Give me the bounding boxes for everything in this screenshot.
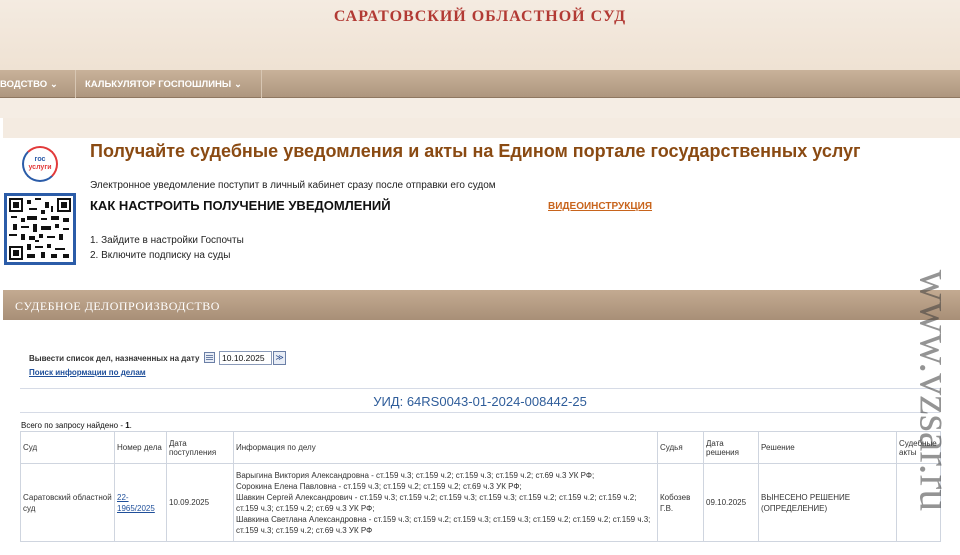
- banner-top-strip: [3, 118, 960, 138]
- logo-text-line1: гос: [34, 156, 46, 163]
- chevron-down-icon: ⌄: [234, 79, 242, 89]
- chevron-down-icon: ⌄: [50, 79, 58, 89]
- cell-case-number: 22-1965/2025: [114, 463, 167, 542]
- table-header-row: Суд Номер дела Дата поступления Информац…: [20, 431, 941, 464]
- case-number-link[interactable]: 22-1965/2025: [117, 493, 155, 513]
- nav-divider: [0, 98, 960, 118]
- date-input[interactable]: [219, 351, 272, 365]
- submit-date-button[interactable]: ≫: [273, 351, 286, 365]
- col-header-court: Суд: [20, 431, 115, 464]
- defendant-info: Сорокина Елена Павловна - ст.159 ч.3; ст…: [236, 481, 522, 491]
- col-header-decision: Решение: [758, 431, 897, 464]
- table-row: Саратовский областной суд 22-1965/2025 1…: [20, 463, 941, 542]
- col-header-info: Информация по делу: [233, 431, 658, 464]
- results-count-prefix: Всего по запросу найдено -: [21, 421, 126, 430]
- setup-steps: 1. Зайдите в настройки Госпочты 2. Включ…: [90, 233, 244, 263]
- qr-code-pattern: [9, 198, 71, 260]
- banner-description: Электронное уведомление поступит в личны…: [90, 180, 496, 191]
- nav-item-proceedings[interactable]: ВОДСТВО ⌄: [0, 70, 76, 98]
- case-uid: УИД: 64RS0043-01-2024-008442-25: [373, 394, 587, 409]
- defendant-info: Шавкина Светлана Александровна - ст.159 …: [236, 514, 651, 535]
- nav-item-label: КАЛЬКУЛЯТОР ГОСПОШЛИНЫ: [85, 79, 232, 90]
- howto-title: КАК НАСТРОИТЬ ПОЛУЧЕНИЕ УВЕДОМЛЕНИЙ: [90, 198, 391, 213]
- col-header-case-number: Номер дела: [114, 431, 167, 464]
- nav-item-fee-calculator[interactable]: КАЛЬКУЛЯТОР ГОСПОШЛИНЫ ⌄: [76, 70, 262, 98]
- nav-item-label: ВОДСТВО: [0, 79, 48, 90]
- watermark-text: www.vzsar.ru: [910, 269, 960, 512]
- cell-decision-date: 09.10.2025: [703, 463, 759, 542]
- site-header: САРАТОВСКИЙ ОБЛАСТНОЙ СУД: [0, 0, 960, 70]
- gosuslugi-logo: гос услуги: [22, 146, 58, 182]
- col-header-received: Дата поступления: [166, 431, 234, 464]
- cell-court: Саратовский областной суд: [20, 463, 115, 542]
- date-filter-label: Вывести список дел, назначенных на дату: [29, 354, 200, 363]
- uid-bar: УИД: 64RS0043-01-2024-008442-25: [20, 388, 940, 413]
- col-header-judge: Судья: [657, 431, 704, 464]
- watermark: www.vzsar.ru: [900, 215, 960, 555]
- setup-step: 1. Зайдите в настройки Госпочты: [90, 235, 244, 246]
- col-header-decision-date: Дата решения: [703, 431, 759, 464]
- banner-heading: Получайте судебные уведомления и акты на…: [90, 141, 861, 161]
- results-count: Всего по запросу найдено - 1.: [21, 421, 132, 430]
- cell-received: 10.09.2025: [166, 463, 234, 542]
- main-nav: ВОДСТВО ⌄ КАЛЬКУЛЯТОР ГОСПОШЛИНЫ ⌄: [0, 70, 960, 98]
- site-title: САРАТОВСКИЙ ОБЛАСТНОЙ СУД: [333, 8, 627, 25]
- section-title: СУДЕБНОЕ ДЕЛОПРОИЗВОДСТВО: [15, 299, 220, 313]
- case-search-link[interactable]: Поиск информации по делам: [29, 368, 146, 377]
- logo-text-line2: услуги: [28, 164, 52, 171]
- defendant-info: Шавкин Сергей Александрович - ст.159 ч.3…: [236, 492, 637, 513]
- defendant-info: Варыгина Виктория Александровна - ст.159…: [236, 470, 595, 480]
- cell-decision: ВЫНЕСЕНО РЕШЕНИЕ (ОПРЕДЕЛЕНИЕ): [758, 463, 897, 542]
- qr-code: [4, 193, 76, 265]
- cases-table: Суд Номер дела Дата поступления Информац…: [20, 431, 941, 542]
- results-count-suffix: .: [129, 421, 132, 430]
- cell-judge: Кобозев Г.В.: [657, 463, 704, 542]
- calendar-icon[interactable]: [204, 352, 215, 363]
- video-instruction-link[interactable]: ВИДЕОИНСТРУКЦИЯ: [548, 201, 652, 212]
- section-header: СУДЕБНОЕ ДЕЛОПРОИЗВОДСТВО: [3, 290, 960, 320]
- setup-step: 2. Включите подписку на суды: [90, 250, 231, 261]
- cell-info: Варыгина Виктория Александровна - ст.159…: [233, 463, 658, 542]
